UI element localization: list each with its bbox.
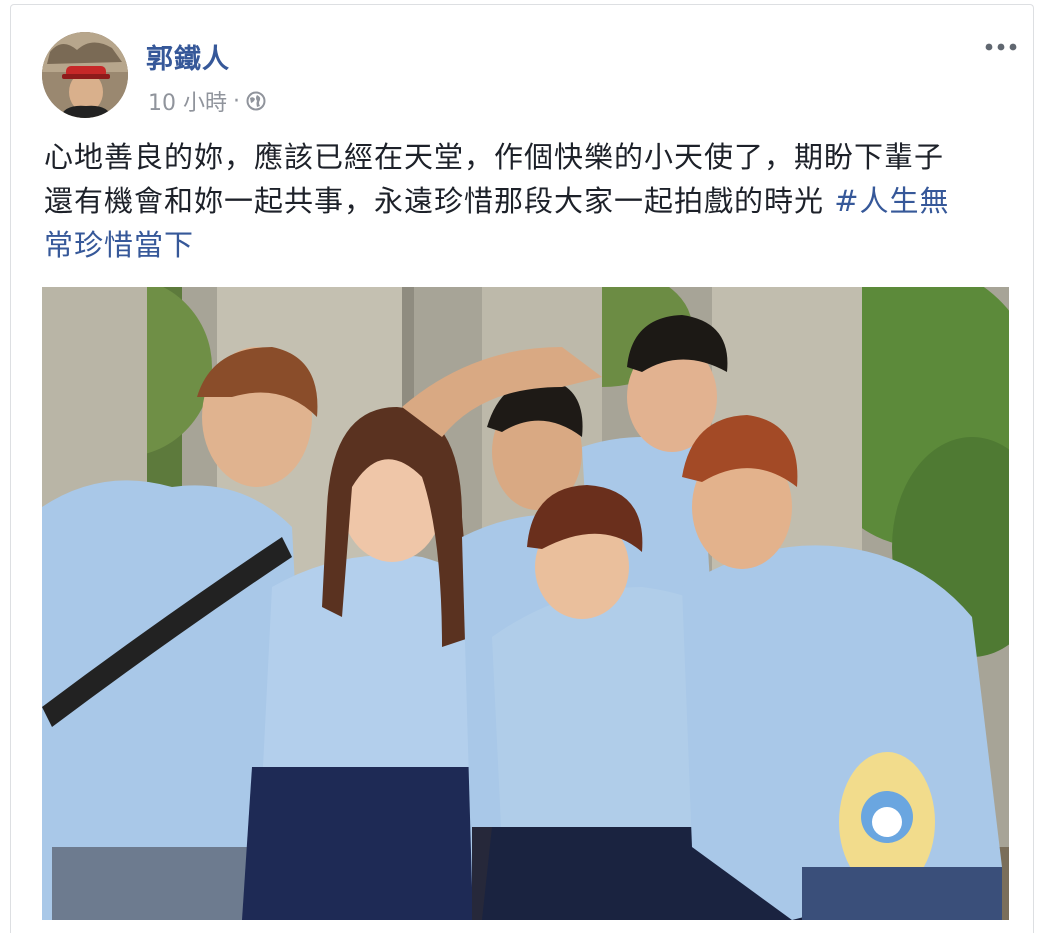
facebook-post-card: 郭鐵人 10 小時 · 心地善良的妳，應該已經在天堂，作個快樂的小天使了，期盼下… — [10, 4, 1034, 933]
more-options-icon[interactable] — [983, 37, 1019, 57]
hashtag-link-continued[interactable]: 常珍惜當下 — [44, 228, 194, 262]
hashtag-link[interactable]: #人生無 — [834, 184, 949, 218]
post-timestamp[interactable]: 10 小時 — [148, 85, 227, 117]
meta-separator: · — [233, 88, 240, 114]
post-text-segment: 還有機會和妳一起共事，永遠珍惜那段大家一起拍戲的時光 — [44, 184, 835, 218]
globe-icon[interactable] — [246, 91, 266, 111]
post-text-line: 常珍惜當下 — [44, 223, 1024, 267]
post-body: 心地善良的妳，應該已經在天堂，作個快樂的小天使了，期盼下輩子 還有機會和妳一起共… — [44, 135, 1024, 267]
post-text-line: 還有機會和妳一起共事，永遠珍惜那段大家一起拍戲的時光 #人生無 — [44, 179, 1024, 223]
author-avatar[interactable] — [42, 32, 128, 118]
post-photo[interactable] — [42, 287, 1009, 920]
author-name[interactable]: 郭鐵人 — [146, 37, 230, 76]
post-text-line: 心地善良的妳，應該已經在天堂，作個快樂的小天使了，期盼下輩子 — [44, 140, 945, 174]
post-meta: 10 小時 · — [148, 85, 266, 117]
